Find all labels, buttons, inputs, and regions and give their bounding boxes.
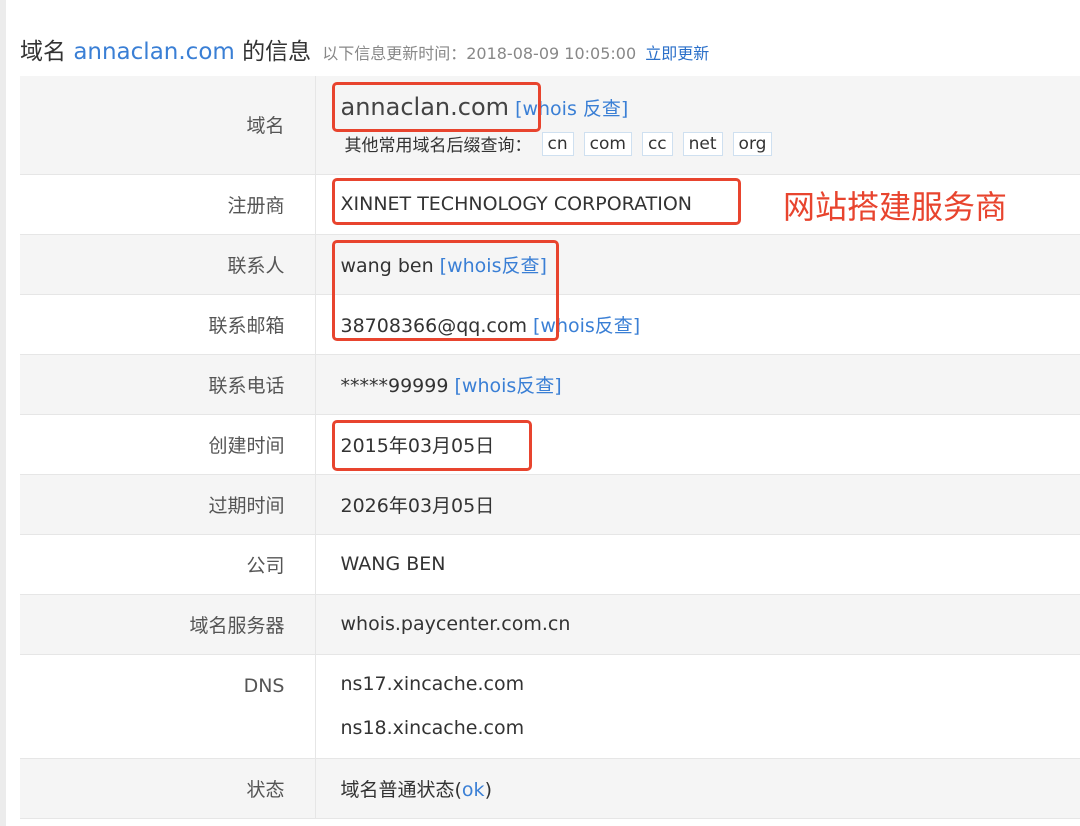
page-header: 域名 annaclan.com 的信息 以下信息更新时间：2018-08-09 …: [20, 32, 709, 66]
whois-reverse-link[interactable]: [whois反查]: [455, 375, 562, 397]
suffix-cc[interactable]: cc: [642, 132, 673, 156]
suffix-label: 其他常用域名后缀查询：: [345, 131, 532, 156]
row-label: 注册商: [20, 174, 315, 234]
row-label: 域名服务器: [20, 594, 315, 654]
whois-server-value: whois.paycenter.com.cn: [315, 594, 1080, 654]
page-title: 域名 annaclan.com 的信息: [20, 39, 311, 65]
suffix-org[interactable]: org: [733, 132, 773, 156]
suffix-query: 其他常用域名后缀查询： cn com cc net org: [341, 131, 1080, 156]
table-row-created: 创建时间2015年03月05日: [20, 414, 1080, 474]
highlight-box-registrar: [332, 178, 741, 225]
suffix-cn[interactable]: cn: [542, 132, 574, 156]
status-ok-link[interactable]: ok: [462, 779, 485, 801]
status-close: ): [485, 779, 492, 801]
table-row-whois-server: 域名服务器whois.paycenter.com.cn: [20, 594, 1080, 654]
row-label: 联系邮箱: [20, 294, 315, 354]
highlight-box-contact: [332, 240, 559, 341]
dns-server-1: ns17.xincache.com: [341, 662, 1080, 706]
table-row-domain: 域名 annaclan.com [whois 反查] 其他常用域名后缀查询： c…: [20, 76, 1080, 174]
table-row-phone: 联系电话 *****99999 [whois反查]: [20, 354, 1080, 414]
expires-value: 2026年03月05日: [315, 474, 1080, 534]
table-row-dns: DNS ns17.xincache.comns18.xincache.com: [20, 654, 1080, 758]
table-row-expires: 过期时间2026年03月05日: [20, 474, 1080, 534]
company-value: WANG BEN: [315, 534, 1080, 594]
row-label: DNS: [20, 654, 315, 758]
suffix-com[interactable]: com: [584, 132, 632, 156]
title-domain: annaclan.com: [73, 39, 234, 65]
row-label: 联系人: [20, 234, 315, 294]
suffix-net[interactable]: net: [683, 132, 723, 156]
table-row-status: 状态 域名普通状态(ok): [20, 758, 1080, 818]
left-border: [0, 0, 6, 826]
highlight-box-domain: [332, 82, 541, 132]
row-label: 域名: [20, 76, 315, 174]
phone-value: *****99999: [341, 375, 449, 397]
update-time: 以下信息更新时间：2018-08-09 10:05:00: [322, 44, 636, 63]
row-label: 公司: [20, 534, 315, 594]
row-label: 过期时间: [20, 474, 315, 534]
highlight-box-created: [332, 420, 532, 471]
row-label: 状态: [20, 758, 315, 818]
dns-server-2: ns18.xincache.com: [341, 706, 1080, 750]
update-now-link[interactable]: 立即更新: [645, 44, 709, 63]
status-value: 域名普通状态(: [341, 779, 462, 801]
annotation-text: 网站搭建服务商: [783, 182, 1007, 228]
row-label: 联系电话: [20, 354, 315, 414]
table-row-company: 公司WANG BEN: [20, 534, 1080, 594]
row-label: 创建时间: [20, 414, 315, 474]
